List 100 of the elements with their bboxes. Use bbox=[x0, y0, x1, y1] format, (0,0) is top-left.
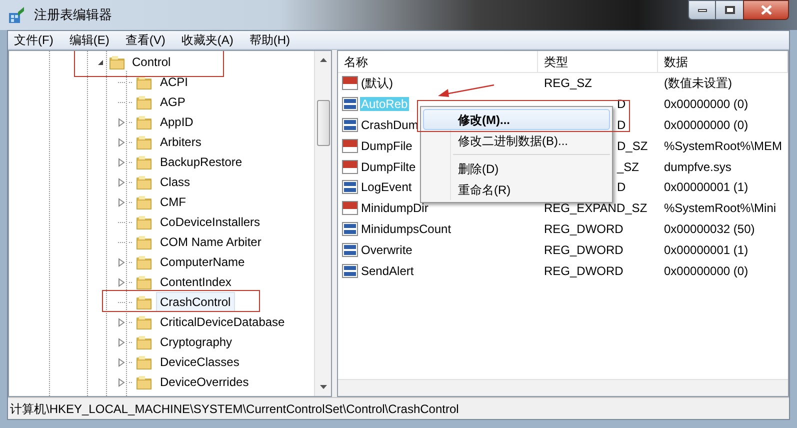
column-header[interactable]: 名称 bbox=[338, 51, 538, 72]
binary-value-icon bbox=[342, 262, 358, 279]
table-cell: 0x00000032 (50) bbox=[664, 222, 755, 236]
folder-icon bbox=[136, 214, 152, 230]
tree-item[interactable]: Class bbox=[156, 172, 194, 192]
menu-item[interactable]: 修改(M)... bbox=[423, 109, 610, 130]
tree-item[interactable]: BackupRestore bbox=[156, 152, 246, 172]
folder-icon bbox=[136, 174, 152, 190]
menu-item[interactable]: 编辑(E) bbox=[69, 33, 110, 47]
string-value-icon bbox=[342, 138, 358, 154]
tree-item[interactable]: AGP bbox=[156, 92, 190, 112]
menu-item[interactable]: 收藏夹(A) bbox=[181, 33, 234, 47]
binary-value-icon bbox=[342, 116, 358, 133]
table-cell: 0x00000001 (1) bbox=[664, 242, 748, 257]
folder-icon bbox=[109, 54, 125, 70]
value-name[interactable]: (默认) bbox=[360, 76, 394, 90]
tree-item[interactable]: ContentIndex bbox=[156, 272, 236, 292]
table-cell: _SZ bbox=[617, 160, 640, 174]
minimize-button[interactable] bbox=[688, 0, 716, 20]
binary-value-icon bbox=[342, 220, 358, 237]
menu-item[interactable]: 帮助(H) bbox=[249, 33, 290, 47]
folder-icon bbox=[136, 374, 152, 390]
tree-item[interactable]: ACPI bbox=[156, 72, 192, 92]
collapsed-triangle-icon[interactable] bbox=[118, 278, 125, 286]
folder-icon bbox=[136, 334, 152, 350]
value-name[interactable]: DumpFile bbox=[360, 138, 414, 153]
close-button[interactable] bbox=[743, 0, 789, 20]
menu-item[interactable]: 修改二进制数据(B)... bbox=[423, 130, 610, 151]
table-cell: 0x00000000 (0) bbox=[664, 264, 748, 278]
collapsed-triangle-icon[interactable] bbox=[118, 258, 125, 266]
close-icon bbox=[760, 5, 772, 15]
scroll-down-icon[interactable] bbox=[320, 385, 326, 389]
table-cell: D bbox=[617, 118, 626, 132]
tree-item[interactable]: Cryptography bbox=[156, 332, 236, 352]
binary-value-icon bbox=[342, 96, 358, 112]
value-name[interactable]: LogEvent bbox=[360, 180, 413, 194]
table-cell: %SystemRoot%\Mini bbox=[664, 201, 776, 216]
maximize-button[interactable] bbox=[716, 0, 743, 20]
tree-item[interactable]: DeviceOverrides bbox=[156, 372, 253, 392]
table-cell: 0x00000000 (0) bbox=[664, 97, 748, 112]
scrollbar[interactable] bbox=[314, 51, 331, 396]
tree-item[interactable]: CrashControl bbox=[156, 292, 235, 312]
folder-icon bbox=[136, 314, 152, 330]
table-cell: REG_SZ bbox=[544, 76, 592, 90]
string-value-icon bbox=[342, 158, 358, 175]
folder-icon bbox=[136, 354, 152, 370]
collapsed-triangle-icon[interactable] bbox=[118, 198, 125, 206]
table-cell: REG_EXPAND_SZ bbox=[544, 201, 648, 216]
menu-item[interactable]: 查看(V) bbox=[125, 33, 166, 47]
column-header[interactable]: 类型 bbox=[538, 51, 658, 72]
scroll-thumb[interactable] bbox=[316, 100, 330, 146]
folder-icon bbox=[136, 254, 152, 270]
menu-item[interactable]: 文件(F) bbox=[14, 33, 54, 47]
binary-value-icon bbox=[342, 242, 358, 258]
tree-item[interactable]: CriticalDeviceDatabase bbox=[156, 312, 289, 332]
tree-item[interactable]: COM Name Arbiter bbox=[156, 232, 266, 252]
collapsed-triangle-icon[interactable] bbox=[118, 358, 125, 366]
collapsed-triangle-icon[interactable] bbox=[118, 378, 125, 386]
table-cell: 0x00000001 (1) bbox=[664, 180, 748, 194]
collapsed-triangle-icon[interactable] bbox=[118, 318, 125, 326]
value-name[interactable]: Overwrite bbox=[360, 242, 414, 257]
menu-item[interactable]: 重命名(R) bbox=[423, 179, 610, 200]
folder-icon bbox=[136, 134, 152, 150]
tree-item[interactable]: CoDeviceInstallers bbox=[156, 212, 264, 232]
collapsed-triangle-icon[interactable] bbox=[118, 118, 125, 126]
collapsed-triangle-icon[interactable] bbox=[118, 338, 125, 346]
value-name[interactable]: DumpFilte bbox=[360, 160, 417, 174]
folder-icon bbox=[136, 234, 152, 250]
table-cell: 0x00000000 (0) bbox=[664, 118, 748, 132]
menu-item[interactable]: 删除(D) bbox=[423, 158, 610, 179]
window-title: 注册表编辑器 bbox=[34, 8, 112, 22]
collapsed-triangle-icon[interactable] bbox=[118, 178, 125, 186]
folder-icon bbox=[136, 194, 152, 210]
status-path: 计算机\HKEY_LOCAL_MACHINE\SYSTEM\CurrentControlSet\Control\CrashControl bbox=[10, 402, 459, 416]
tree-item[interactable]: Arbiters bbox=[156, 132, 206, 152]
tree-item[interactable]: ComputerName bbox=[156, 252, 249, 272]
value-name[interactable]: SendAlert bbox=[360, 264, 415, 278]
table-cell: (数值未设置) bbox=[664, 76, 732, 90]
value-name[interactable]: MinidumpsCount bbox=[360, 222, 452, 236]
folder-icon bbox=[136, 114, 152, 130]
scroll-up-icon[interactable] bbox=[320, 58, 326, 62]
horizontal-scrollbar[interactable] bbox=[338, 379, 788, 396]
folder-icon bbox=[136, 74, 152, 90]
table-cell: REG_DWORD bbox=[544, 222, 624, 236]
tree-item[interactable]: CMF bbox=[156, 192, 190, 212]
tree-item[interactable]: DeviceClasses bbox=[156, 352, 244, 372]
column-header[interactable]: 数据 bbox=[658, 51, 788, 72]
value-name[interactable]: MinidumpDir bbox=[360, 201, 430, 216]
table-cell: REG_DWORD bbox=[544, 264, 624, 278]
binary-value-icon bbox=[342, 179, 358, 196]
collapsed-triangle-icon[interactable] bbox=[118, 158, 125, 166]
table-cell: D_SZ bbox=[617, 138, 648, 153]
table-cell: %SystemRoot%\MEM bbox=[664, 138, 782, 153]
registry-app-icon bbox=[8, 6, 26, 24]
value-name[interactable]: CrashDum bbox=[360, 118, 420, 132]
collapsed-triangle-icon[interactable] bbox=[118, 138, 125, 146]
tree-item[interactable]: AppID bbox=[156, 112, 198, 132]
table-cell: D bbox=[617, 180, 626, 194]
string-value-icon bbox=[342, 75, 358, 92]
tree-item[interactable]: Control bbox=[130, 55, 173, 69]
